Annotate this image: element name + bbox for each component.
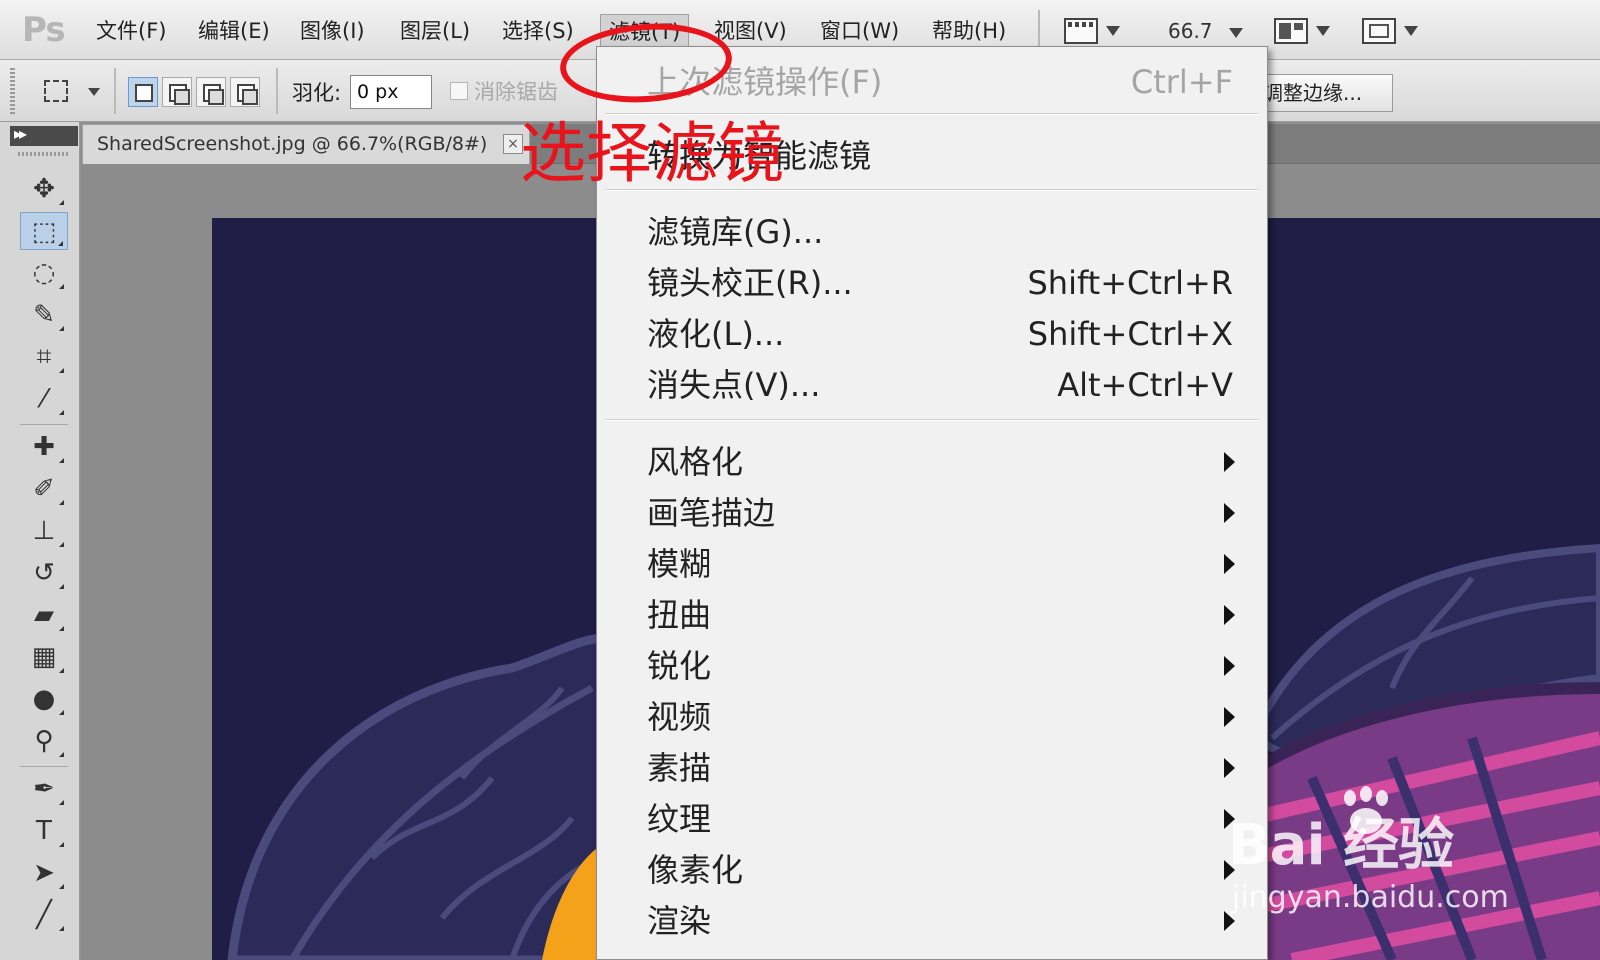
screen-mode-button[interactable] bbox=[1362, 14, 1418, 48]
submenu-arrow-icon bbox=[1224, 656, 1235, 676]
tools-panel-grip[interactable] bbox=[18, 152, 70, 156]
intersect-selection-mode-button[interactable] bbox=[230, 77, 260, 107]
blur-tool-icon[interactable]: ● bbox=[20, 680, 68, 718]
menu-item-render[interactable]: 渲染 bbox=[597, 898, 1267, 944]
options-divider bbox=[276, 68, 278, 114]
arrange-documents-button[interactable] bbox=[1274, 14, 1330, 48]
document-tab[interactable]: SharedScreenshot.jpg @ 66.7%(RGB/8#) × bbox=[82, 124, 530, 164]
menu-item-filter-gallery[interactable]: 滤镜库(G)... bbox=[597, 209, 1267, 255]
menu-item-blur[interactable]: 模糊 bbox=[597, 541, 1267, 587]
menu-item-stylize[interactable]: 风格化 bbox=[597, 439, 1267, 485]
tools-divider bbox=[20, 424, 68, 425]
menu-edit[interactable]: 编辑(E) bbox=[190, 14, 278, 48]
submenu-arrow-icon bbox=[1224, 554, 1235, 574]
annotation-text: 选择滤镜 bbox=[520, 115, 784, 192]
clone-stamp-tool-icon[interactable]: ⊥ bbox=[20, 512, 68, 550]
tools-panel: ▸▸ ✥ ⬚ ◌ ✎ ⌗ ⁄ ✚ ✐ ⊥ ↺ ▰ ▦ ● ⚲ ✒ T ➤ ╱ bbox=[0, 122, 80, 960]
menu-separator bbox=[605, 419, 1259, 421]
eraser-tool-icon[interactable]: ▰ bbox=[20, 596, 68, 634]
line-tool-icon[interactable]: ╱ bbox=[20, 896, 68, 934]
add-to-selection-mode-button[interactable] bbox=[162, 77, 192, 107]
menu-file[interactable]: 文件(F) bbox=[88, 14, 174, 48]
options-divider bbox=[114, 68, 116, 114]
submenu-arrow-icon bbox=[1224, 707, 1235, 727]
dodge-tool-icon[interactable]: ⚲ bbox=[20, 722, 68, 760]
options-bar-grip[interactable] bbox=[10, 68, 15, 114]
menu-window[interactable]: 窗口(W) bbox=[812, 14, 907, 48]
submenu-arrow-icon bbox=[1224, 503, 1235, 523]
tool-preset-marquee-icon[interactable] bbox=[44, 80, 68, 102]
new-selection-mode-button[interactable] bbox=[128, 77, 158, 107]
tools-divider bbox=[20, 766, 68, 767]
zoom-level[interactable]: 66.7 bbox=[1168, 14, 1243, 48]
menu-item-texture[interactable]: 纹理 bbox=[597, 796, 1267, 842]
menu-item-liquify[interactable]: 液化(L)... Shift+Ctrl+X bbox=[597, 311, 1267, 357]
menu-select[interactable]: 选择(S) bbox=[494, 14, 582, 48]
subtract-from-selection-mode-button[interactable] bbox=[196, 77, 226, 107]
crop-tool-icon[interactable]: ⌗ bbox=[20, 338, 68, 376]
history-brush-tool-icon[interactable]: ↺ bbox=[20, 554, 68, 592]
document-tab-title: SharedScreenshot.jpg @ 66.7%(RGB/8#) bbox=[97, 133, 488, 155]
menu-item-pixelate[interactable]: 像素化 bbox=[597, 847, 1267, 893]
gradient-tool-icon[interactable]: ▦ bbox=[20, 638, 68, 676]
type-tool-icon[interactable]: T bbox=[20, 812, 68, 850]
menu-item-video[interactable]: 视频 bbox=[597, 694, 1267, 740]
arrange-layout-icon bbox=[1274, 18, 1308, 44]
watermark-url: jingyan.baidu.com bbox=[1232, 880, 1509, 915]
menu-image[interactable]: 图像(I) bbox=[292, 14, 373, 48]
healing-brush-tool-icon[interactable]: ✚ bbox=[20, 428, 68, 466]
menu-help[interactable]: 帮助(H) bbox=[924, 14, 1014, 48]
brush-tool-icon[interactable]: ✐ bbox=[20, 470, 68, 508]
eyedropper-tool-icon[interactable]: ⁄ bbox=[20, 380, 68, 418]
photoshop-logo: Ps bbox=[22, 10, 66, 50]
menu-item-brush-strokes[interactable]: 画笔描边 bbox=[597, 490, 1267, 536]
pen-tool-icon[interactable]: ✒ bbox=[20, 770, 68, 808]
menu-item-sharpen[interactable]: 锐化 bbox=[597, 643, 1267, 689]
chevron-down-icon bbox=[1228, 27, 1243, 38]
antialias-checkbox[interactable] bbox=[450, 82, 468, 100]
film-strip-icon bbox=[1064, 18, 1098, 44]
menu-item-distort[interactable]: 扭曲 bbox=[597, 592, 1267, 638]
chevron-down-icon bbox=[1106, 26, 1120, 36]
menu-item-vanishing-point[interactable]: 消失点(V)... Alt+Ctrl+V bbox=[597, 362, 1267, 408]
launch-bridge-button[interactable] bbox=[1064, 14, 1120, 48]
chevron-down-icon bbox=[1316, 26, 1330, 36]
lasso-tool-icon[interactable]: ◌ bbox=[20, 254, 68, 292]
submenu-arrow-icon bbox=[1224, 605, 1235, 625]
tools-panel-header[interactable]: ▸▸ bbox=[10, 124, 78, 146]
move-tool-icon[interactable]: ✥ bbox=[20, 170, 68, 208]
feather-input[interactable]: 0 px bbox=[350, 75, 432, 109]
rectangular-marquee-tool-icon[interactable]: ⬚ bbox=[20, 212, 68, 250]
feather-label: 羽化: bbox=[292, 81, 342, 105]
watermark-brand: Bai 经验 bbox=[1228, 813, 1454, 878]
screen-mode-icon bbox=[1362, 18, 1396, 44]
path-selection-tool-icon[interactable]: ➤ bbox=[20, 854, 68, 892]
antialias-label: 消除锯齿 bbox=[474, 80, 558, 104]
expand-panel-icon[interactable]: ▸▸ bbox=[14, 124, 27, 143]
refine-edge-button[interactable]: 调整边缘... bbox=[1248, 74, 1393, 112]
menu-layer[interactable]: 图层(L) bbox=[392, 14, 478, 48]
baidu-watermark: Bai 经验 jingyan.baidu.com bbox=[1228, 780, 1548, 930]
submenu-arrow-icon bbox=[1224, 758, 1235, 778]
submenu-arrow-icon bbox=[1224, 452, 1235, 472]
menu-item-lens-correction[interactable]: 镜头校正(R)... Shift+Ctrl+R bbox=[597, 260, 1267, 306]
chevron-down-icon bbox=[1404, 26, 1418, 36]
quick-selection-tool-icon[interactable]: ✎ bbox=[20, 296, 68, 334]
chevron-down-icon[interactable] bbox=[88, 88, 100, 96]
menu-item-sketch[interactable]: 素描 bbox=[597, 745, 1267, 791]
